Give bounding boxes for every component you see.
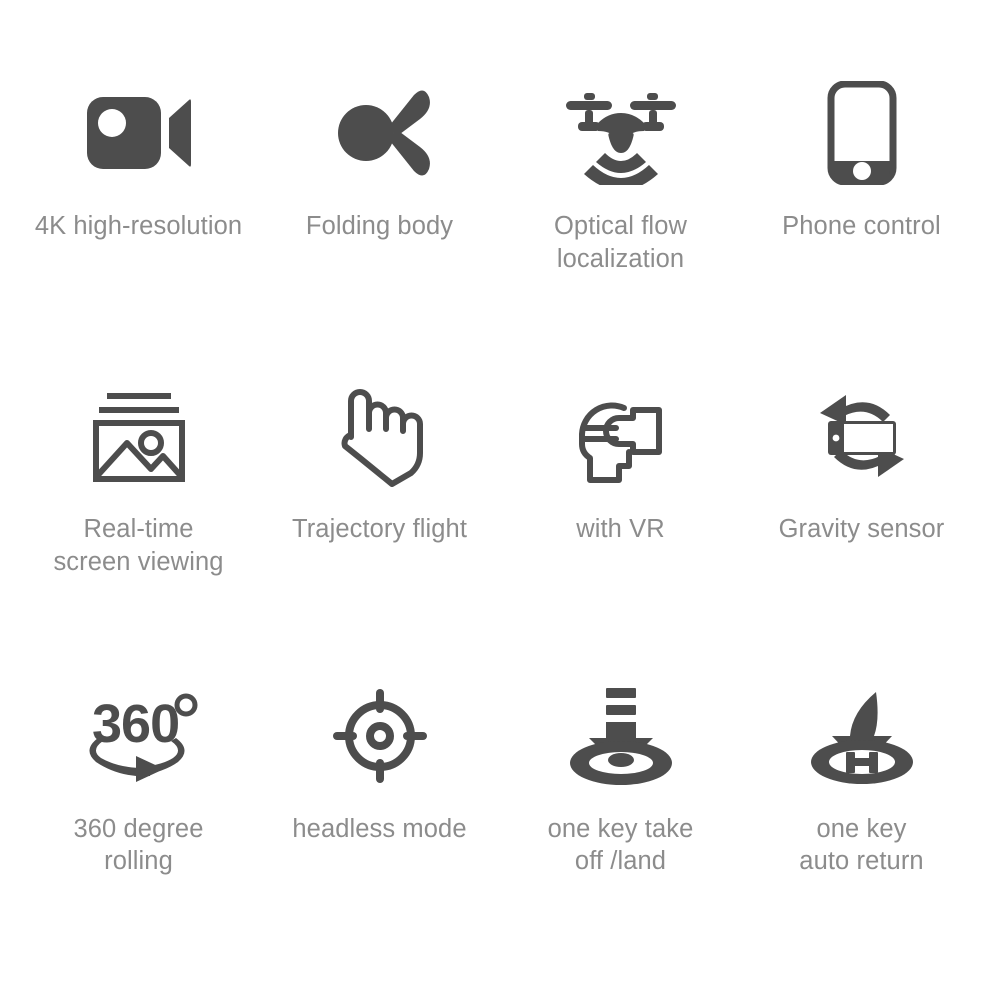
feature-label: Folding body [305, 212, 454, 240]
feature-item-with-vr[interactable]: with VR [500, 361, 741, 660]
feature-item-phone-control[interactable]: Phone control [741, 62, 982, 361]
crosshair-target-icon [332, 661, 428, 811]
device-rotate-icon [810, 361, 914, 511]
feature-item-360-degree-rolling[interactable]: 360 360 degree rolling [18, 661, 259, 960]
smartphone-icon [827, 62, 897, 204]
feature-label: Phone control [782, 212, 941, 240]
pointing-hand-icon [336, 361, 424, 511]
feature-label: Real-time screen viewing [53, 515, 224, 576]
feature-label: Gravity sensor [778, 515, 945, 544]
folding-propeller-icon [328, 62, 432, 204]
feature-label: 4K high-resolution [34, 212, 243, 240]
feature-item-optical-flow-localization[interactable]: Optical flow localization [500, 62, 741, 361]
feature-item-one-key-auto-return[interactable]: one key auto return [741, 661, 982, 960]
vr-headset-icon [571, 361, 671, 511]
feature-item-real-time-screen-viewing[interactable]: Real-time screen viewing [18, 361, 259, 660]
feature-label: headless mode [292, 814, 467, 843]
feature-item-folding-body[interactable]: Folding body [259, 62, 500, 361]
feature-item-one-key-take-off-land[interactable]: one key take off /land [500, 661, 741, 960]
feature-label: 360 degree rolling [73, 814, 204, 876]
feature-label: one key auto return [799, 814, 924, 876]
feature-item-headless-mode[interactable]: headless mode [259, 661, 500, 960]
svg-text:360: 360 [92, 694, 179, 754]
feature-grid: 4K high-resolution Folding body Optical … [0, 0, 1000, 1000]
360-rotation-icon: 360 [76, 661, 202, 811]
feature-item-gravity-sensor[interactable]: Gravity sensor [741, 361, 982, 660]
feature-item-4k-high-resolution[interactable]: 4K high-resolution [18, 62, 259, 361]
curved-arrow-helipad-icon [806, 661, 918, 811]
feature-label: with VR [576, 515, 665, 544]
feature-label: Trajectory flight [291, 515, 468, 544]
drone-signal-icon [558, 62, 684, 204]
feature-item-trajectory-flight[interactable]: Trajectory flight [259, 361, 500, 660]
video-camera-icon [85, 62, 193, 204]
photo-gallery-icon [89, 361, 189, 511]
feature-label: one key take off /land [547, 814, 694, 876]
feature-label: Optical flow localization [554, 212, 687, 273]
arrow-down-landing-icon [565, 661, 677, 811]
